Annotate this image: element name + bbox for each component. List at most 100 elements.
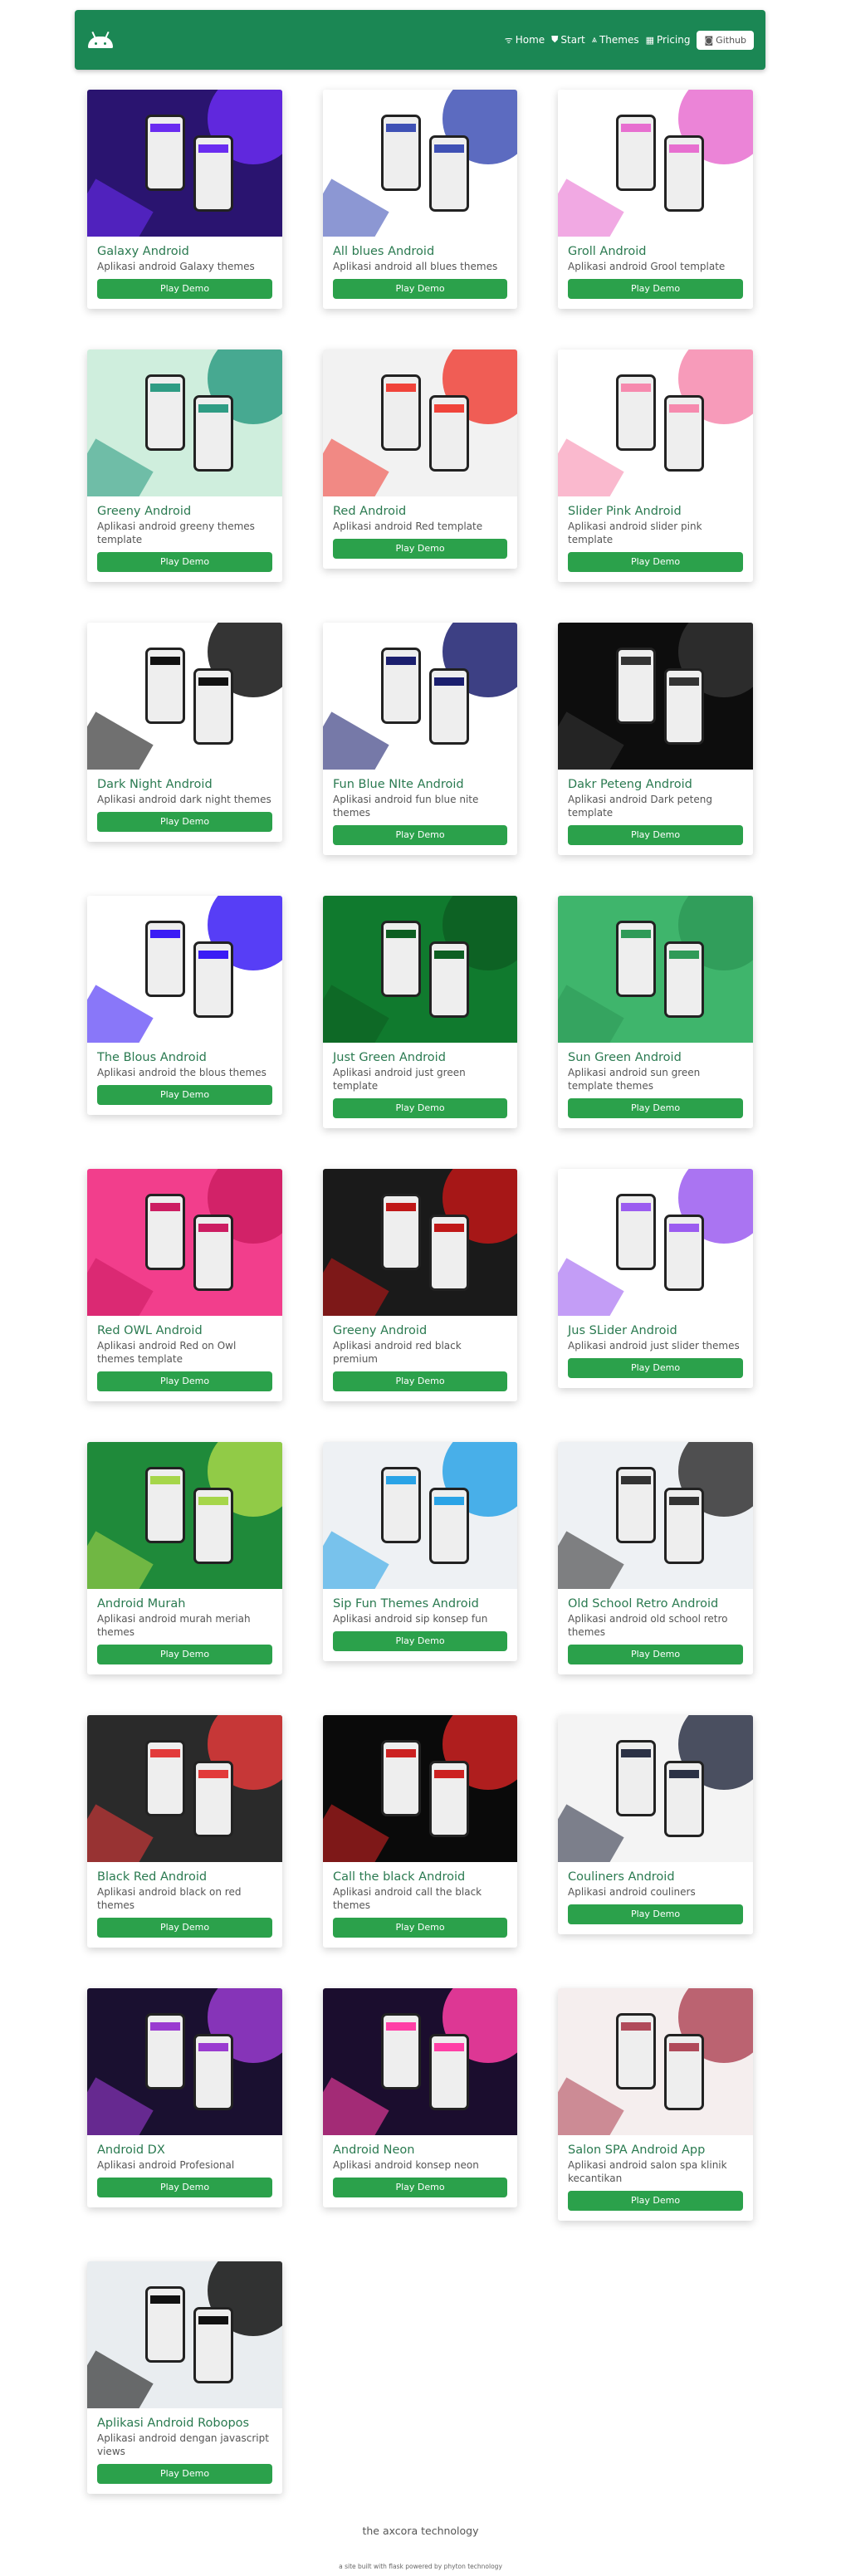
play-demo-button[interactable]: Play Demo: [97, 1645, 272, 1664]
theme-title: Sun Green Android: [568, 1051, 682, 1064]
theme-description: Aplikasi android murah meriah themes: [97, 1613, 251, 1638]
theme-card: Couliners Android Aplikasi android couli…: [558, 1715, 753, 1934]
theme-preview-image: [87, 1715, 282, 1862]
nav-link-label: Themes: [599, 34, 639, 46]
play-demo-button[interactable]: Play Demo: [97, 2464, 272, 2484]
theme-description: Aplikasi android greeny themes template: [97, 521, 255, 545]
theme-preview-image: [558, 349, 753, 496]
theme-card: Fun Blue NIte Android Aplikasi android f…: [323, 623, 517, 855]
play-demo-button[interactable]: Play Demo: [568, 279, 743, 299]
theme-preview-image: [87, 623, 282, 770]
theme-card: Call the black Android Aplikasi android …: [323, 1715, 517, 1948]
theme-description: Aplikasi android all blues themes: [333, 261, 498, 272]
play-demo-button[interactable]: Play Demo: [333, 539, 507, 559]
theme-preview-image: [87, 90, 282, 237]
theme-preview-image: [87, 2261, 282, 2408]
nav-link-label: Pricing: [657, 34, 691, 46]
play-demo-button[interactable]: Play Demo: [568, 1904, 743, 1924]
theme-description: Aplikasi android couliners: [568, 1886, 696, 1898]
theme-card: Greeny Android Aplikasi android red blac…: [323, 1169, 517, 1401]
play-demo-button[interactable]: Play Demo: [568, 2191, 743, 2211]
github-icon: ◙: [704, 34, 714, 46]
theme-card: Salon SPA Android App Aplikasi android s…: [558, 1988, 753, 2221]
footer-note: a site built with flask powered by phyto…: [339, 2563, 502, 2570]
theme-description: Aplikasi android old school retro themes: [568, 1613, 728, 1638]
play-demo-button[interactable]: Play Demo: [333, 2178, 507, 2197]
theme-grid: Galaxy Android Aplikasi android Galaxy t…: [87, 90, 753, 2494]
theme-preview-image: [558, 1442, 753, 1589]
theme-title: Sip Fun Themes Android: [333, 1597, 479, 1611]
theme-preview-image: [323, 1988, 517, 2135]
play-demo-button[interactable]: Play Demo: [97, 812, 272, 832]
play-demo-button[interactable]: Play Demo: [97, 1371, 272, 1391]
theme-preview-image: [558, 623, 753, 770]
play-demo-button[interactable]: Play Demo: [568, 1645, 743, 1664]
theme-preview-image: [558, 1715, 753, 1862]
play-demo-button[interactable]: Play Demo: [568, 825, 743, 845]
github-label: Github: [716, 34, 746, 46]
theme-preview-image: [87, 1988, 282, 2135]
theme-card: Red Android Aplikasi android Red templat…: [323, 349, 517, 569]
compass-icon: ⩓: [591, 34, 597, 45]
theme-title: Dark Night Android: [97, 778, 213, 791]
play-demo-button[interactable]: Play Demo: [333, 1918, 507, 1938]
play-demo-button[interactable]: Play Demo: [97, 1085, 272, 1105]
theme-card: Groll Android Aplikasi android Grool tem…: [558, 90, 753, 309]
theme-preview-image: [323, 1442, 517, 1589]
nav-link-themes[interactable]: ⩓ Themes: [592, 34, 639, 46]
play-demo-button[interactable]: Play Demo: [97, 552, 272, 572]
theme-card: Slider Pink Android Aplikasi android sli…: [558, 349, 753, 582]
theme-title: Slider Pink Android: [568, 505, 682, 518]
theme-preview-image: [323, 896, 517, 1043]
theme-title: Red OWL Android: [97, 1324, 203, 1337]
nav-link-start[interactable]: ⛊ Start: [551, 34, 585, 46]
play-demo-button[interactable]: Play Demo: [97, 279, 272, 299]
theme-description: Aplikasi android dengan javascript views: [97, 2432, 269, 2457]
theme-preview-image: [87, 1442, 282, 1589]
theme-card: Aplikasi Android Robopos Aplikasi androi…: [87, 2261, 282, 2494]
theme-description: Aplikasi android Red on Owl themes templ…: [97, 1340, 237, 1365]
play-demo-button[interactable]: Play Demo: [333, 1371, 507, 1391]
theme-preview-image: [558, 90, 753, 237]
footer-brand: the axcora technology: [362, 2525, 479, 2537]
nav-links: ᯤ Home ⛊ Start ⩓ Themes ▦ Pricing ◙ Github: [505, 30, 754, 50]
nav-link-pricing[interactable]: ▦ Pricing: [646, 34, 691, 46]
theme-title: The Blous Android: [97, 1051, 207, 1064]
github-button[interactable]: ◙ Github: [697, 30, 754, 50]
play-demo-button[interactable]: Play Demo: [97, 1918, 272, 1938]
theme-title: Dakr Peteng Android: [568, 778, 692, 791]
play-demo-button[interactable]: Play Demo: [333, 825, 507, 845]
play-demo-button[interactable]: Play Demo: [568, 1098, 743, 1118]
theme-description: Aplikasi android sun green template them…: [568, 1067, 701, 1092]
theme-title: All blues Android: [333, 245, 435, 258]
theme-card: All blues Android Aplikasi android all b…: [323, 90, 517, 309]
play-demo-button[interactable]: Play Demo: [568, 1358, 743, 1378]
theme-title: Greeny Android: [333, 1324, 428, 1337]
theme-card: Android DX Aplikasi android Profesional …: [87, 1988, 282, 2207]
theme-title: Old School Retro Android: [568, 1597, 719, 1611]
play-demo-button[interactable]: Play Demo: [333, 1098, 507, 1118]
theme-description: Aplikasi android just slider themes: [568, 1340, 740, 1352]
theme-description: Aplikasi android just green template: [333, 1067, 466, 1092]
theme-description: Aplikasi android Galaxy themes: [97, 261, 255, 272]
play-demo-button[interactable]: Play Demo: [568, 552, 743, 572]
theme-title: Fun Blue NIte Android: [333, 778, 464, 791]
wifi-icon: ᯤ: [504, 34, 513, 46]
theme-title: Aplikasi Android Robopos: [97, 2417, 250, 2430]
theme-title: Android Murah: [97, 1597, 186, 1611]
theme-description: Aplikasi android Red template: [333, 521, 483, 532]
theme-title: Call the black Android: [333, 1870, 466, 1884]
theme-preview-image: [558, 896, 753, 1043]
theme-title: Android Neon: [333, 2143, 415, 2157]
android-logo-icon[interactable]: [88, 31, 113, 48]
theme-card: Android Murah Aplikasi android murah mer…: [87, 1442, 282, 1674]
play-demo-button[interactable]: Play Demo: [333, 1631, 507, 1651]
nav-link-home[interactable]: ᯤ Home: [505, 34, 545, 46]
theme-card: Old School Retro Android Aplikasi androi…: [558, 1442, 753, 1674]
play-demo-button[interactable]: Play Demo: [97, 2178, 272, 2197]
theme-card: Dark Night Android Aplikasi android dark…: [87, 623, 282, 842]
theme-card: Sip Fun Themes Android Aplikasi android …: [323, 1442, 517, 1661]
theme-description: Aplikasi android dark night themes: [97, 794, 271, 805]
play-demo-button[interactable]: Play Demo: [333, 279, 507, 299]
theme-description: Aplikasi android call the black themes: [333, 1886, 482, 1911]
